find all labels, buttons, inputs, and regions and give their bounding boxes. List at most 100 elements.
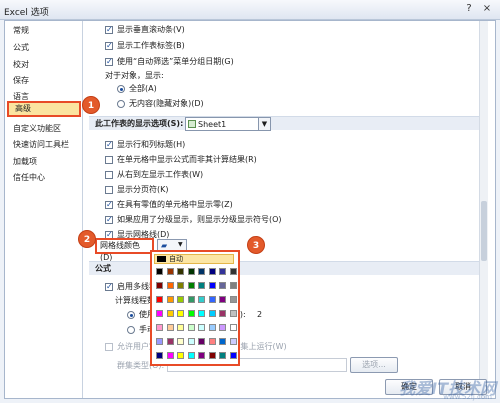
color-swatch[interactable]	[177, 296, 184, 303]
help-button[interactable]: ?	[462, 3, 476, 16]
color-swatch[interactable]	[229, 324, 237, 331]
color-swatch[interactable]	[229, 352, 237, 359]
color-swatch[interactable]	[229, 282, 237, 289]
sheet-options-section: 此工作表的显示选项(S):	[89, 116, 481, 130]
color-swatch[interactable]	[187, 296, 195, 303]
sidebar-item-addins[interactable]: 加载项	[7, 154, 81, 170]
color-swatch[interactable]	[187, 268, 195, 275]
sidebar-item-advanced[interactable]: 高级	[7, 101, 81, 117]
color-swatch[interactable]	[208, 282, 216, 289]
sidebar-item-general[interactable]: 常规	[7, 23, 81, 39]
color-swatch[interactable]	[229, 268, 237, 275]
color-swatch[interactable]	[156, 338, 163, 345]
color-swatch[interactable]	[198, 296, 205, 303]
color-swatch[interactable]	[208, 268, 216, 275]
color-swatch[interactable]	[208, 296, 216, 303]
radio[interactable]	[117, 100, 125, 108]
paint-bucket-icon: ▰	[161, 241, 168, 250]
color-swatch[interactable]	[187, 338, 195, 345]
annotation-badge-2: 2	[78, 230, 96, 248]
window-title: Excel 选项	[4, 8, 49, 18]
title-bar: Excel 选项 ? ×	[0, 0, 500, 20]
content-scrollbar[interactable]	[479, 21, 488, 398]
color-swatch[interactable]	[219, 310, 226, 317]
color-swatch[interactable]	[166, 268, 174, 275]
sidebar-item-proofing[interactable]: 校对	[7, 57, 81, 73]
sidebar-item-formulas[interactable]: 公式	[7, 40, 81, 56]
content-panel: 显示垂直滚动条(V) 显示工作表标签(B) 使用“自动筛选”菜单分组日期(G) …	[85, 21, 488, 398]
color-swatch[interactable]	[208, 310, 216, 317]
color-swatch[interactable]	[177, 268, 184, 275]
color-swatch[interactable]	[166, 352, 174, 359]
color-swatch[interactable]	[208, 338, 216, 345]
color-swatch[interactable]	[208, 324, 216, 331]
color-swatch[interactable]	[187, 282, 195, 289]
sidebar-item-trust-center[interactable]: 信任中心	[7, 170, 81, 186]
color-swatch[interactable]	[156, 296, 163, 303]
checkbox[interactable]	[105, 24, 113, 36]
color-swatch[interactable]	[198, 268, 205, 275]
chevron-down-icon[interactable]: ▼	[258, 118, 270, 130]
threads-label: 计算线程数	[115, 296, 155, 305]
color-swatch[interactable]	[187, 310, 195, 317]
color-swatch[interactable]	[198, 324, 205, 331]
color-swatch[interactable]	[229, 296, 237, 303]
color-swatch[interactable]	[198, 282, 205, 289]
chevron-down-icon: ▼	[178, 241, 183, 248]
gridline-color-label: 网格线颜色(D)	[95, 238, 154, 262]
color-swatch[interactable]	[177, 338, 184, 345]
color-swatch[interactable]	[156, 268, 163, 275]
sheet-icon	[188, 120, 196, 128]
color-swatch[interactable]	[219, 324, 226, 331]
color-swatch[interactable]	[229, 310, 237, 317]
color-swatch[interactable]	[177, 324, 184, 331]
color-swatch[interactable]	[219, 296, 226, 303]
color-swatch[interactable]	[166, 282, 174, 289]
sidebar-item-quick-access[interactable]: 快速访问工具栏	[7, 137, 81, 153]
color-swatch[interactable]	[166, 310, 174, 317]
color-swatch[interactable]	[219, 282, 226, 289]
palette-auto-option[interactable]: 自动	[154, 254, 234, 264]
watermark-url: www.52ij.com	[443, 393, 492, 401]
color-swatch[interactable]	[156, 310, 163, 317]
cluster-options-button[interactable]: 选项...	[350, 357, 398, 373]
color-palette-popup[interactable]: 自动	[150, 250, 240, 366]
color-swatch[interactable]	[166, 338, 174, 345]
color-swatch[interactable]	[166, 324, 174, 331]
color-swatch[interactable]	[187, 324, 195, 331]
color-swatch[interactable]	[177, 310, 184, 317]
color-swatch[interactable]	[166, 296, 174, 303]
threads-value: 2	[257, 310, 263, 319]
scroll-thumb[interactable]	[481, 201, 487, 261]
color-swatch[interactable]	[219, 338, 226, 345]
auto-color-swatch	[157, 256, 166, 262]
color-swatch[interactable]	[219, 268, 226, 275]
color-swatch[interactable]	[198, 310, 205, 317]
close-button[interactable]: ×	[480, 3, 494, 16]
radio[interactable]	[117, 85, 125, 93]
sidebar-item-customize-ribbon[interactable]: 自定义功能区	[7, 121, 81, 137]
objects-label: 对于对象，显示:	[105, 71, 164, 80]
color-swatch[interactable]	[156, 324, 163, 331]
annotation-badge-1: 1	[82, 96, 100, 114]
color-swatch[interactable]	[229, 338, 237, 345]
checkbox[interactable]	[105, 56, 113, 68]
color-swatch[interactable]	[156, 282, 163, 289]
sidebar: 常规 公式 校对 保存 语言 高级 自定义功能区 快速访问工具栏 加载项 信任中…	[5, 21, 83, 398]
formulas-section: 公式	[89, 261, 481, 275]
annotation-badge-3: 3	[247, 236, 265, 254]
sheet-select-value: Sheet1	[198, 120, 227, 129]
sidebar-item-save[interactable]: 保存	[7, 73, 81, 89]
color-swatch[interactable]	[156, 352, 163, 359]
palette-auto-label: 自动	[169, 255, 183, 263]
color-swatch[interactable]	[198, 352, 205, 359]
sheet-select[interactable]: Sheet1 ▼	[185, 117, 271, 131]
color-swatch[interactable]	[198, 338, 205, 345]
color-swatch[interactable]	[219, 352, 226, 359]
sheet-options-label: 此工作表的显示选项(S):	[95, 119, 184, 128]
color-swatch[interactable]	[187, 352, 195, 359]
color-swatch[interactable]	[177, 352, 184, 359]
checkbox[interactable]	[105, 40, 113, 52]
color-swatch[interactable]	[177, 282, 184, 289]
color-swatch[interactable]	[208, 352, 216, 359]
